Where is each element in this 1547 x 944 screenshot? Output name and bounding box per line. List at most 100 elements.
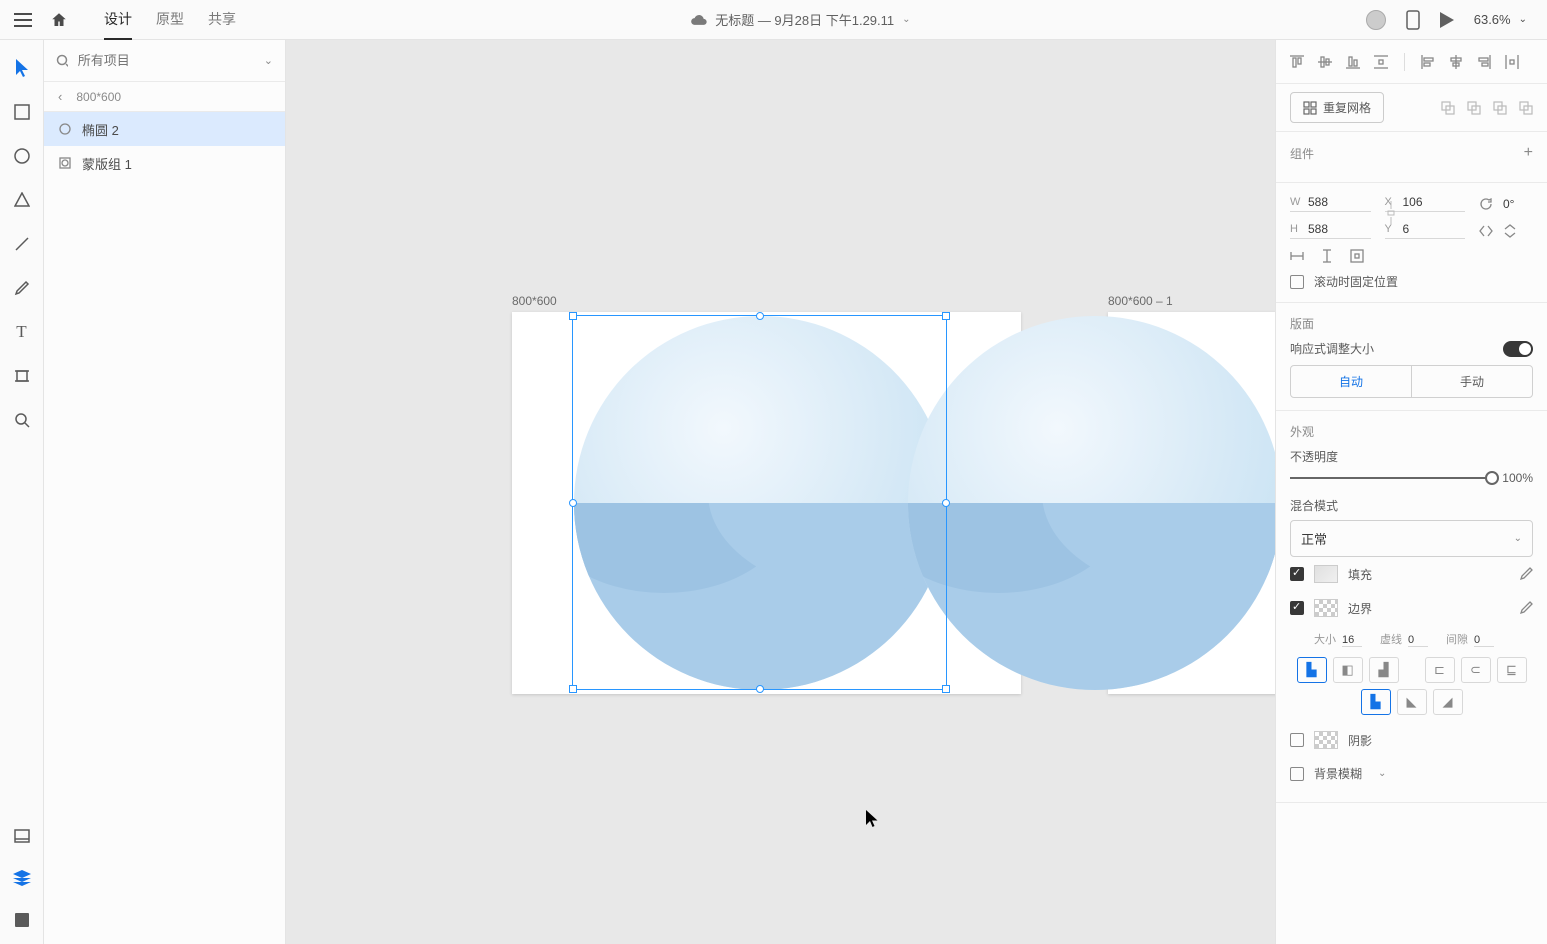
rotate-icon[interactable] [1479, 197, 1493, 211]
tab-share[interactable]: 共享 [208, 0, 236, 41]
shadow-checkbox[interactable] [1290, 733, 1304, 747]
add-component-icon[interactable]: + [1524, 144, 1533, 162]
responsive-mode-segment[interactable]: 自动 手动 [1290, 365, 1533, 398]
fill-checkbox[interactable] [1290, 567, 1304, 581]
chevron-down-icon: ⌄ [1514, 533, 1522, 544]
layers-icon[interactable] [12, 868, 32, 888]
join-bevel-icon[interactable]: ◢ [1433, 689, 1463, 715]
repeat-grid-button[interactable]: 重复网格 [1290, 92, 1384, 123]
stroke-inner-icon[interactable]: ▙ [1297, 657, 1327, 683]
ellipse-shape[interactable] [574, 316, 948, 690]
transform-section: W588 X106 0° H588 Y6 滚动时固定位置 [1276, 183, 1547, 303]
tab-prototype[interactable]: 原型 [156, 0, 184, 41]
distribute-v-icon[interactable] [1374, 55, 1388, 69]
repeat-grid-label: 重复网格 [1323, 99, 1371, 116]
doc-title-text: 无标题 — 9月28日 下午1.29.11 [715, 10, 894, 29]
assets-icon[interactable] [12, 826, 32, 846]
fix-scroll-checkbox[interactable] [1290, 275, 1304, 289]
rotation-input[interactable]: 0° [1503, 197, 1533, 211]
constraint-height-icon[interactable] [1320, 249, 1334, 263]
document-title[interactable]: 无标题 — 9月28日 下午1.29.11 ⌄ [236, 10, 1366, 29]
plugins-icon[interactable] [12, 910, 32, 930]
avatar[interactable] [1366, 10, 1386, 30]
layer-search[interactable]: ⌄ [44, 40, 285, 82]
responsive-toggle[interactable] [1503, 341, 1533, 357]
layer-item-mask[interactable]: 蒙版组 1 [44, 146, 285, 180]
seg-manual[interactable]: 手动 [1411, 366, 1532, 397]
flip-h-icon[interactable] [1479, 224, 1493, 238]
back-icon[interactable]: ‹ [58, 89, 62, 104]
boolean-add-icon[interactable] [1441, 101, 1455, 115]
stroke-outer-icon[interactable]: ▟ [1369, 657, 1399, 683]
zoom-tool[interactable] [12, 410, 32, 430]
artboard-label[interactable]: 800*600 – 1 [1108, 294, 1173, 308]
align-left-icon[interactable] [1421, 55, 1435, 69]
polygon-tool[interactable] [12, 190, 32, 210]
align-vcenter-icon[interactable] [1318, 55, 1332, 69]
zoom-control[interactable]: 63.6% ⌄ [1474, 12, 1527, 27]
artboard-label[interactable]: 800*600 [512, 294, 557, 308]
align-hcenter-icon[interactable] [1449, 55, 1463, 69]
canvas[interactable]: 800*600 800*600 – 1 [286, 40, 1275, 944]
lock-aspect-icon[interactable] [1386, 201, 1396, 225]
breadcrumb[interactable]: ‹ 800*600 [44, 82, 285, 112]
chevron-down-icon[interactable]: ⌄ [264, 54, 273, 67]
y-input[interactable]: Y6 [1385, 222, 1466, 239]
fix-scroll-label: 滚动时固定位置 [1314, 273, 1398, 290]
x-input[interactable]: X106 [1385, 195, 1466, 212]
stroke-center-icon[interactable]: ◧ [1333, 657, 1363, 683]
join-miter-icon[interactable]: ▙ [1361, 689, 1391, 715]
play-icon[interactable] [1440, 12, 1454, 28]
rectangle-tool[interactable] [12, 102, 32, 122]
stroke-gap-value[interactable]: 0 [1474, 634, 1494, 647]
align-bottom-icon[interactable] [1346, 55, 1360, 69]
seg-auto[interactable]: 自动 [1291, 366, 1411, 397]
inspector-panel: 重复网格 组件 + W588 X106 0° H588 Y6 [1275, 40, 1547, 944]
eyedropper-icon[interactable] [1519, 601, 1533, 615]
join-round-icon[interactable]: ◣ [1397, 689, 1427, 715]
align-top-icon[interactable] [1290, 55, 1304, 69]
search-icon [56, 54, 68, 68]
fill-label: 填充 [1348, 566, 1372, 583]
cap-round-icon[interactable]: ⊂ [1461, 657, 1491, 683]
search-input[interactable] [78, 53, 254, 68]
text-tool[interactable]: T [12, 322, 32, 342]
flip-v-icon[interactable] [1503, 224, 1517, 238]
shadow-swatch[interactable] [1314, 731, 1338, 749]
chevron-down-icon[interactable]: ⌄ [1378, 768, 1386, 779]
boolean-intersect-icon[interactable] [1493, 101, 1507, 115]
ellipse-tool[interactable] [12, 146, 32, 166]
home-icon[interactable] [50, 11, 68, 29]
stroke-size-value[interactable]: 16 [1342, 634, 1362, 647]
pen-tool[interactable] [12, 278, 32, 298]
layer-item-ellipse[interactable]: 椭圆 2 [44, 112, 285, 146]
blend-value: 正常 [1301, 529, 1327, 548]
boolean-subtract-icon[interactable] [1467, 101, 1481, 115]
height-input[interactable]: H588 [1290, 222, 1371, 239]
device-preview-icon[interactable] [1406, 10, 1420, 30]
width-input[interactable]: W588 [1290, 195, 1371, 212]
select-tool[interactable] [12, 58, 32, 78]
border-checkbox[interactable] [1290, 601, 1304, 615]
align-right-icon[interactable] [1477, 55, 1491, 69]
artboard-tool[interactable] [12, 366, 32, 386]
opacity-slider[interactable] [1290, 477, 1492, 479]
boolean-exclude-icon[interactable] [1519, 101, 1533, 115]
border-swatch[interactable] [1314, 599, 1338, 617]
stroke-dash-value[interactable]: 0 [1408, 634, 1428, 647]
layer-label: 蒙版组 1 [82, 154, 132, 173]
distribute-h-icon[interactable] [1505, 55, 1519, 69]
artboard-2[interactable] [1108, 312, 1275, 694]
mask-group-icon [58, 156, 72, 170]
line-tool[interactable] [12, 234, 32, 254]
tab-design[interactable]: 设计 [104, 0, 132, 41]
cap-butt-icon[interactable]: ⊏ [1425, 657, 1455, 683]
eyedropper-icon[interactable] [1519, 567, 1533, 581]
cap-projecting-icon[interactable]: ⊑ [1497, 657, 1527, 683]
fill-swatch[interactable] [1314, 565, 1338, 583]
menu-icon[interactable] [14, 13, 32, 27]
constraint-width-icon[interactable] [1290, 249, 1304, 263]
constraint-both-icon[interactable] [1350, 249, 1364, 263]
bgblur-checkbox[interactable] [1290, 767, 1304, 781]
blend-mode-select[interactable]: 正常 ⌄ [1290, 520, 1533, 557]
